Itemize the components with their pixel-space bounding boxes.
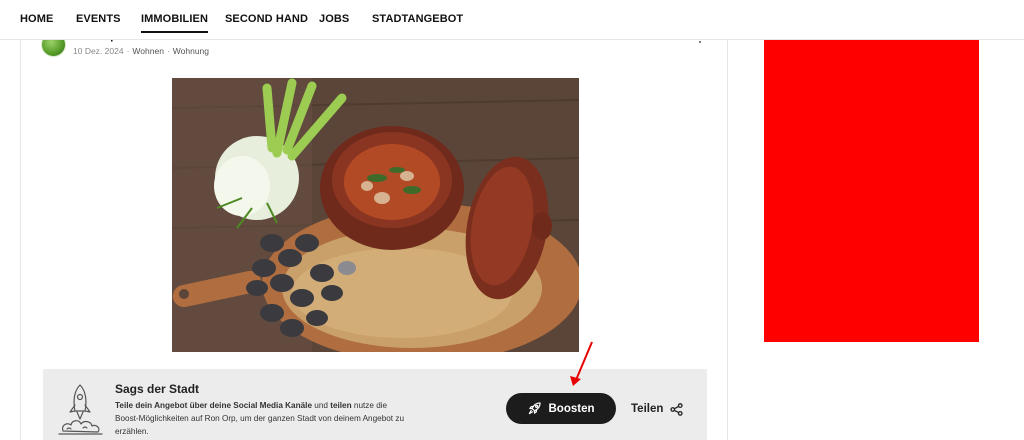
meta-separator: · [166,46,170,56]
annotation-arrow-icon [570,341,593,386]
nav-item-second-hand[interactable]: SECOND HAND [225,13,308,25]
boost-text: und [312,401,331,410]
post-date: 10 Dez. 2024 [73,46,124,56]
nav-item-stadtangebot[interactable]: STADTANGEBOT [372,13,463,25]
boost-title: Sags der Stadt [115,382,200,396]
share-button-label: Teilen [631,403,664,415]
rocket-launch-illustration [58,384,103,435]
share-icon [670,402,684,416]
food-photo [172,78,579,352]
post-category[interactable]: Wohnen [132,46,164,56]
post-meta: 10 Dez. 2024 · Wohnen · Wohnung [73,46,209,56]
post-card: Ron Orp 10 Dez. 2024·Wohnen·Wohnung [20,30,728,440]
nav-item-immobilien[interactable]: IMMOBILIEN [141,13,208,33]
nav-item-home[interactable]: HOME [20,13,53,25]
boost-text-emphasis: Teile dein Angebot über deine Social Med… [115,401,312,410]
rocket-icon [528,402,541,415]
boost-panel: Sags der Stadt Teile dein Angebot über d… [43,369,707,440]
advertisement-banner[interactable] [764,40,979,342]
nav-item-events[interactable]: EVENTS [76,13,121,25]
post-image[interactable] [172,78,579,352]
boost-description: Teile dein Angebot über deine Social Med… [115,399,411,438]
nav-item-jobs[interactable]: JOBS [319,13,349,25]
meta-separator: · [126,46,130,56]
boost-text-emphasis: teilen [330,401,352,410]
boost-button[interactable]: Boosten [506,393,616,424]
boost-button-label: Boosten [548,402,595,415]
post-subcategory[interactable]: Wohnung [173,46,209,56]
share-button[interactable]: Teilen [631,399,684,419]
top-navigation: HOME EVENTS IMMOBILIEN SECOND HAND JOBS … [0,0,1024,40]
